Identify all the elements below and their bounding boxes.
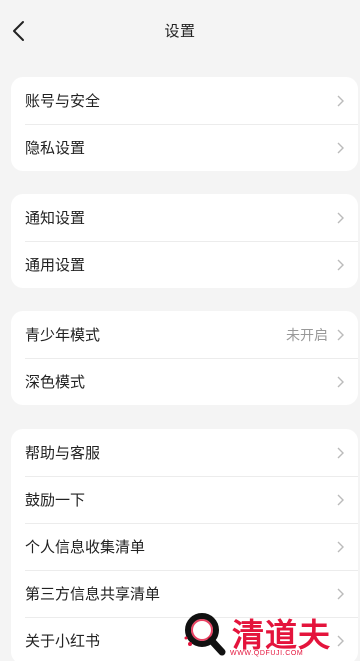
chevron-right-icon	[337, 376, 344, 387]
settings-group-general: 通知设置 通用设置	[11, 194, 358, 288]
chevron-right-icon	[337, 447, 344, 458]
chevron-right-icon	[337, 212, 344, 223]
chevron-right-icon	[337, 329, 344, 340]
settings-item-label: 青少年模式	[25, 326, 101, 344]
watermark: 清道夫 WWW.QDFUJI.COM	[176, 606, 360, 661]
settings-item-label: 关于小红书	[25, 632, 101, 650]
settings-item-label: 鼓励一下	[25, 491, 86, 509]
settings-item-label: 第三方信息共享清单	[25, 585, 161, 603]
settings-item-label: 通用设置	[25, 256, 86, 274]
watermark-url: WWW.QDFUJI.COM	[230, 650, 304, 657]
settings-item-dark-mode[interactable]: 深色模式	[11, 358, 358, 405]
settings-item-label: 帮助与客服	[25, 444, 101, 462]
settings-item-account-security[interactable]: 账号与安全	[11, 77, 358, 124]
page-title: 设置	[164, 22, 196, 40]
settings-item-encourage[interactable]: 鼓励一下	[11, 476, 358, 523]
settings-item-personal-info-list[interactable]: 个人信息收集清单	[11, 523, 358, 570]
settings-group-modes: 青少年模式 未开启 深色模式	[11, 311, 358, 405]
settings-item-label: 账号与安全	[25, 92, 101, 110]
settings-group-account: 账号与安全 隐私设置	[11, 77, 358, 171]
settings-item-label: 深色模式	[25, 373, 86, 391]
settings-item-label: 通知设置	[25, 209, 86, 227]
header-bar: 设置	[0, 0, 360, 62]
chevron-right-icon	[337, 541, 344, 552]
chevron-right-icon	[337, 588, 344, 599]
chevron-right-icon	[337, 95, 344, 106]
settings-item-label: 个人信息收集清单	[25, 538, 146, 556]
chevron-right-icon	[337, 494, 344, 505]
settings-item-privacy[interactable]: 隐私设置	[11, 124, 358, 171]
settings-item-help[interactable]: 帮助与客服	[11, 429, 358, 476]
settings-item-label: 隐私设置	[25, 139, 86, 157]
settings-item-notifications[interactable]: 通知设置	[11, 194, 358, 241]
chevron-right-icon	[337, 142, 344, 153]
settings-item-general[interactable]: 通用设置	[11, 241, 358, 288]
chevron-right-icon	[337, 259, 344, 270]
magnifier-logo-icon	[184, 613, 226, 656]
teen-mode-status: 未开启	[286, 327, 328, 344]
settings-item-teen-mode[interactable]: 青少年模式 未开启	[11, 311, 358, 358]
